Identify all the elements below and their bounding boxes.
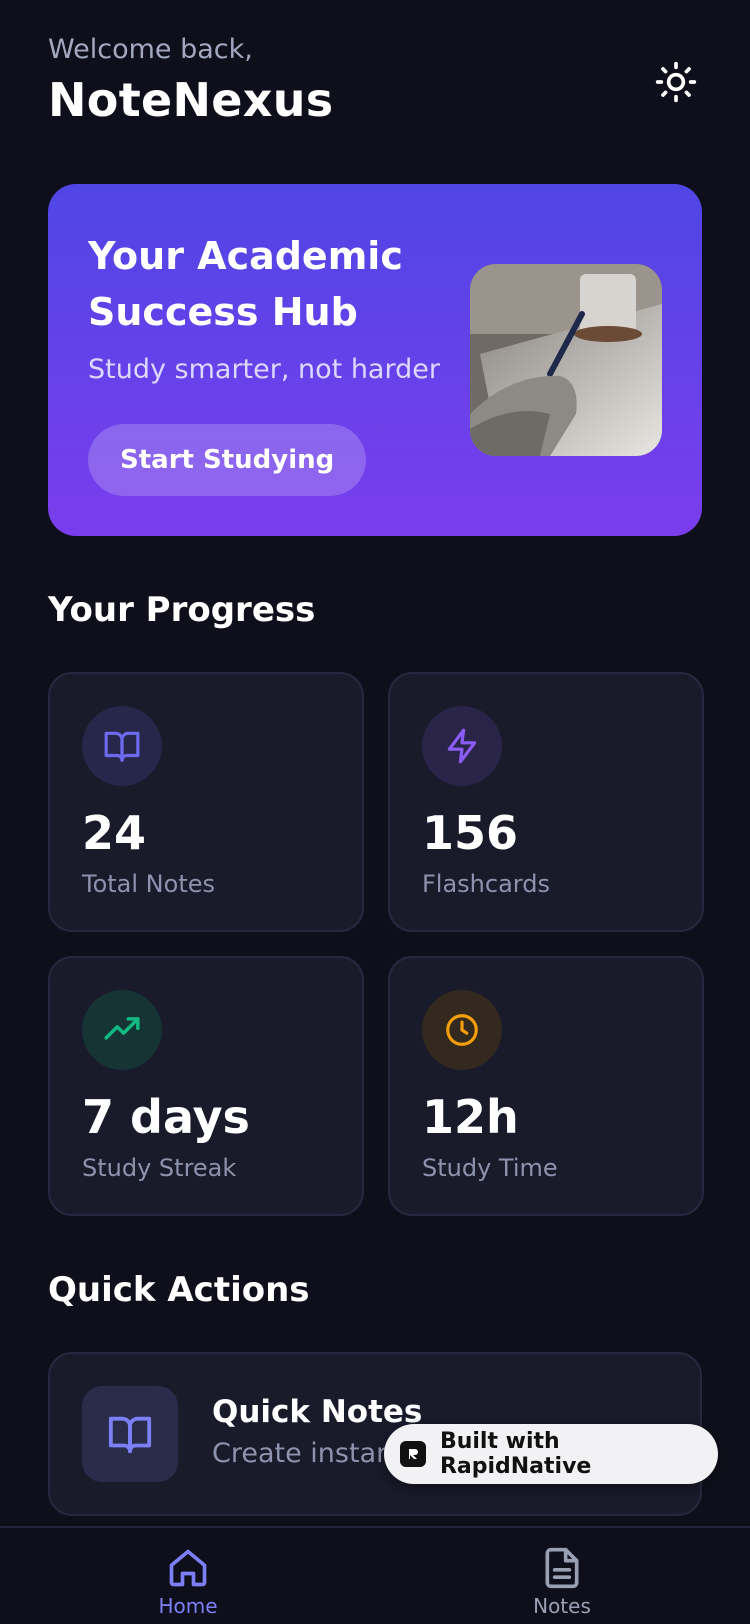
stat-value: 7 days xyxy=(82,1090,250,1144)
hero-card: Your Academic Success Hub Study smarter,… xyxy=(48,184,702,536)
app-title: NoteNexus xyxy=(48,73,334,127)
stat-icon-bg xyxy=(422,990,502,1070)
stat-label: Study Streak xyxy=(82,1154,237,1182)
stat-value: 156 xyxy=(422,806,519,860)
nav-label-notes: Notes xyxy=(533,1594,591,1618)
quick-action-subtitle: Create instan xyxy=(212,1438,394,1469)
quick-action-title: Quick Notes xyxy=(212,1394,423,1430)
stat-card-study-time[interactable]: 12h Study Time xyxy=(388,956,704,1216)
nav-item-home[interactable]: Home xyxy=(128,1546,248,1618)
stat-label: Study Time xyxy=(422,1154,558,1182)
book-icon xyxy=(104,731,140,762)
home-icon xyxy=(169,1549,207,1587)
stat-card-total-notes[interactable]: 24 Total Notes xyxy=(48,672,364,932)
nav-label-home: Home xyxy=(158,1594,218,1618)
badge-label: Built with RapidNative xyxy=(439,1429,592,1479)
welcome-text: Welcome back, xyxy=(48,34,253,65)
book-icon xyxy=(108,1416,152,1454)
stat-icon-bg xyxy=(82,990,162,1070)
stat-value: 12h xyxy=(422,1090,519,1144)
stat-label: Total Notes xyxy=(82,870,215,898)
study-photo xyxy=(470,264,662,456)
sun-icon xyxy=(655,61,697,103)
progress-section-title: Your Progress xyxy=(48,590,316,630)
trending-up-icon xyxy=(104,1017,140,1040)
header: Welcome back, NoteNexus xyxy=(48,34,702,134)
document-icon xyxy=(545,1547,579,1589)
theme-toggle-button[interactable] xyxy=(652,58,700,106)
stat-card-flashcards[interactable]: 156 Flashcards xyxy=(388,672,704,932)
stat-label: Flashcards xyxy=(422,870,550,898)
nav-item-notes[interactable]: Notes xyxy=(502,1546,622,1618)
stat-icon-bg xyxy=(422,706,502,786)
start-studying-button[interactable]: Start Studying xyxy=(88,424,367,496)
clock-icon xyxy=(446,1014,478,1046)
built-with-badge[interactable]: Built with RapidNative xyxy=(384,1424,718,1484)
hero-title: Your Academic Success Hub xyxy=(88,234,403,334)
stat-value: 24 xyxy=(82,806,147,860)
rapidnative-logo-icon xyxy=(400,1441,426,1467)
quick-action-icon-bg xyxy=(82,1386,178,1482)
stat-card-study-streak[interactable]: 7 days Study Streak xyxy=(48,956,364,1216)
stat-icon-bg xyxy=(82,706,162,786)
quick-actions-section-title: Quick Actions xyxy=(48,1270,310,1310)
lightning-icon xyxy=(447,728,477,764)
bottom-navigation: Home Notes xyxy=(0,1526,750,1624)
hero-subtitle: Study smarter, not harder xyxy=(88,354,440,385)
